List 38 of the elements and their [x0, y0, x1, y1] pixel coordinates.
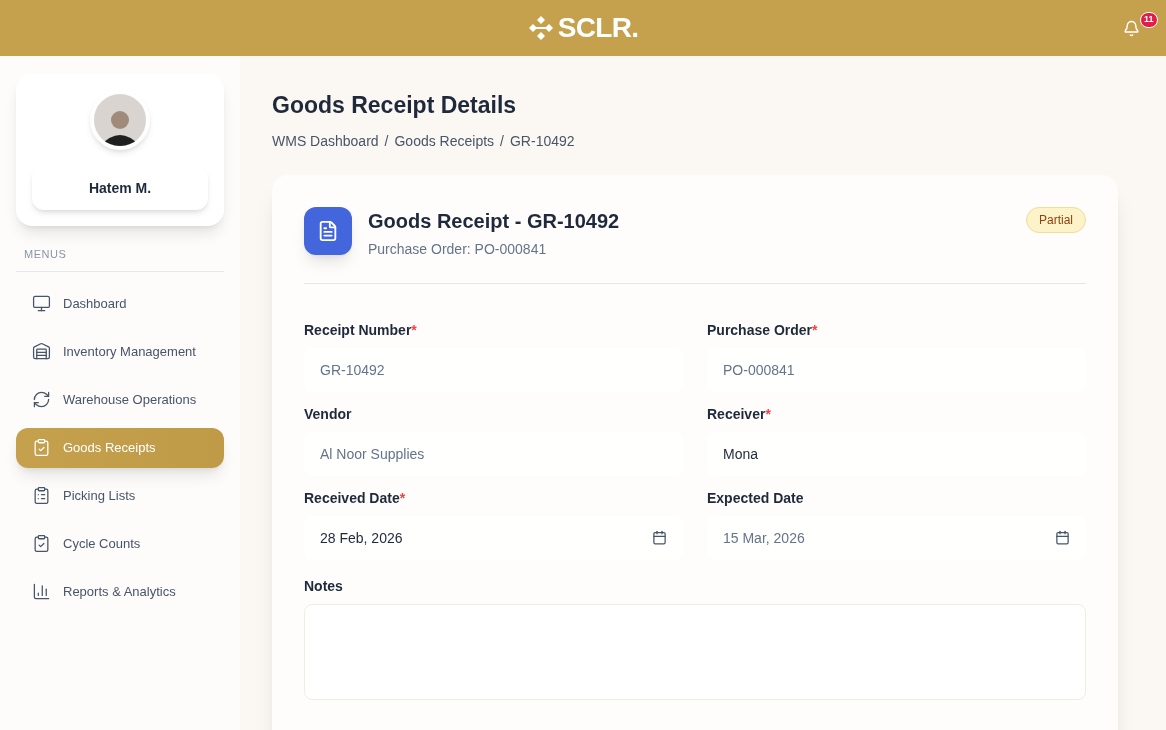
card-subtitle: Purchase Order: PO-000841	[368, 239, 548, 259]
status-badge: Partial	[1026, 206, 1086, 233]
clipboard-check-icon	[32, 438, 51, 457]
document-icon	[317, 219, 339, 242]
breadcrumb-link[interactable]: GR-10492	[510, 130, 575, 151]
field-label: Receiver*	[707, 404, 771, 424]
field-label: Expected Date	[707, 488, 804, 508]
bell-icon	[1122, 19, 1140, 37]
card-title: Goods Receipt - GR-10492	[368, 208, 621, 234]
breadcrumb-separator: /	[384, 131, 389, 151]
field-label: Notes	[304, 576, 344, 596]
sidebar-item[interactable]: Warehouse Operations	[16, 379, 224, 420]
clipboard-check-icon	[32, 534, 51, 553]
breadcrumb-link[interactable]: WMS Dashboard	[272, 130, 379, 151]
logo: SCLR.	[557, 11, 639, 45]
field-label: Receipt Number*	[304, 320, 417, 340]
breadcrumb-separator: /	[500, 131, 504, 151]
calendar-icon	[1055, 530, 1070, 545]
field-label: Purchase Order*	[707, 320, 818, 340]
sidebar-item[interactable]: Dashboard	[16, 283, 224, 324]
user-name: Hatem M.	[32, 166, 208, 210]
sidebar-item[interactable]: Inventory Management	[16, 331, 224, 372]
sidebar-item[interactable]: Reports & Analytics	[16, 571, 224, 612]
monitor-icon	[32, 294, 51, 313]
diamond-arrows-icon	[527, 15, 554, 41]
field-label: Received Date*	[304, 488, 406, 508]
field-label: Vendor	[304, 404, 352, 424]
refresh-icon	[32, 390, 51, 409]
notification-count: 11	[1140, 12, 1158, 28]
sidebar-item[interactable]: Cycle Counts	[16, 523, 224, 564]
page-title: Goods Receipt Details	[272, 91, 518, 120]
calendar-icon	[652, 530, 667, 545]
sidebar-item[interactable]: Picking Lists	[16, 475, 224, 516]
clipboard-list-icon	[32, 486, 51, 505]
breadcrumb-link[interactable]: Goods Receipts	[394, 130, 495, 151]
bar-chart-icon	[32, 582, 51, 601]
warehouse-icon	[32, 342, 51, 361]
section-label: MENUS	[16, 246, 224, 272]
